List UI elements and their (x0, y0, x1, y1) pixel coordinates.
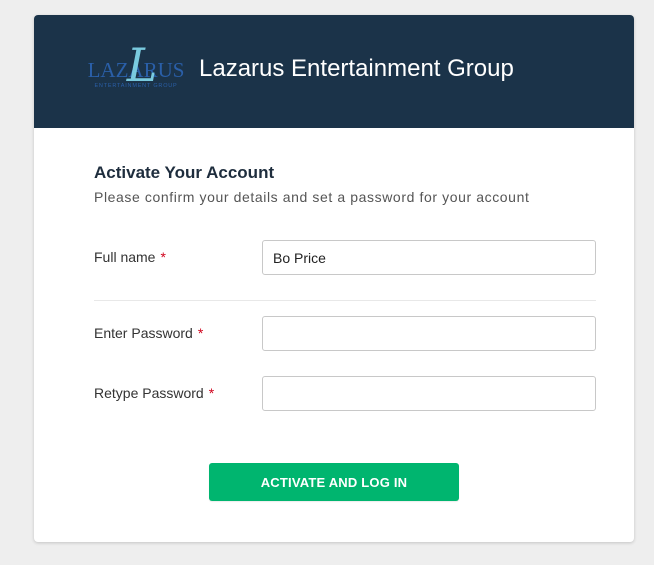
full-name-input[interactable] (262, 240, 596, 275)
retype-password-label-text: Retype Password (94, 385, 204, 401)
full-name-label: Full name * (94, 248, 166, 266)
required-marker: * (197, 325, 204, 341)
svg-text:L: L (126, 43, 158, 92)
activation-card: LAZARUS ENTERTAINMENT GROUP L Lazarus En… (34, 15, 634, 542)
enter-password-input[interactable] (262, 316, 596, 351)
brand-title: Lazarus Entertainment Group (199, 55, 514, 82)
enter-password-label: Enter Password * (94, 324, 203, 342)
lazarus-logo: LAZARUS ENTERTAINMENT GROUP L (88, 43, 185, 92)
divider (94, 300, 596, 301)
retype-password-input[interactable] (262, 376, 596, 411)
header-bar: LAZARUS ENTERTAINMENT GROUP L Lazarus En… (34, 15, 634, 128)
enter-password-label-text: Enter Password (94, 325, 193, 341)
activate-and-login-button[interactable]: ACTIVATE AND LOG IN (209, 463, 459, 501)
retype-password-label: Retype Password * (94, 384, 214, 402)
full-name-label-text: Full name (94, 249, 156, 265)
required-marker: * (208, 385, 215, 401)
required-marker: * (160, 249, 166, 265)
form-subtitle: Please confirm your details and set a pa… (94, 189, 530, 205)
form-title: Activate Your Account (94, 163, 275, 182)
